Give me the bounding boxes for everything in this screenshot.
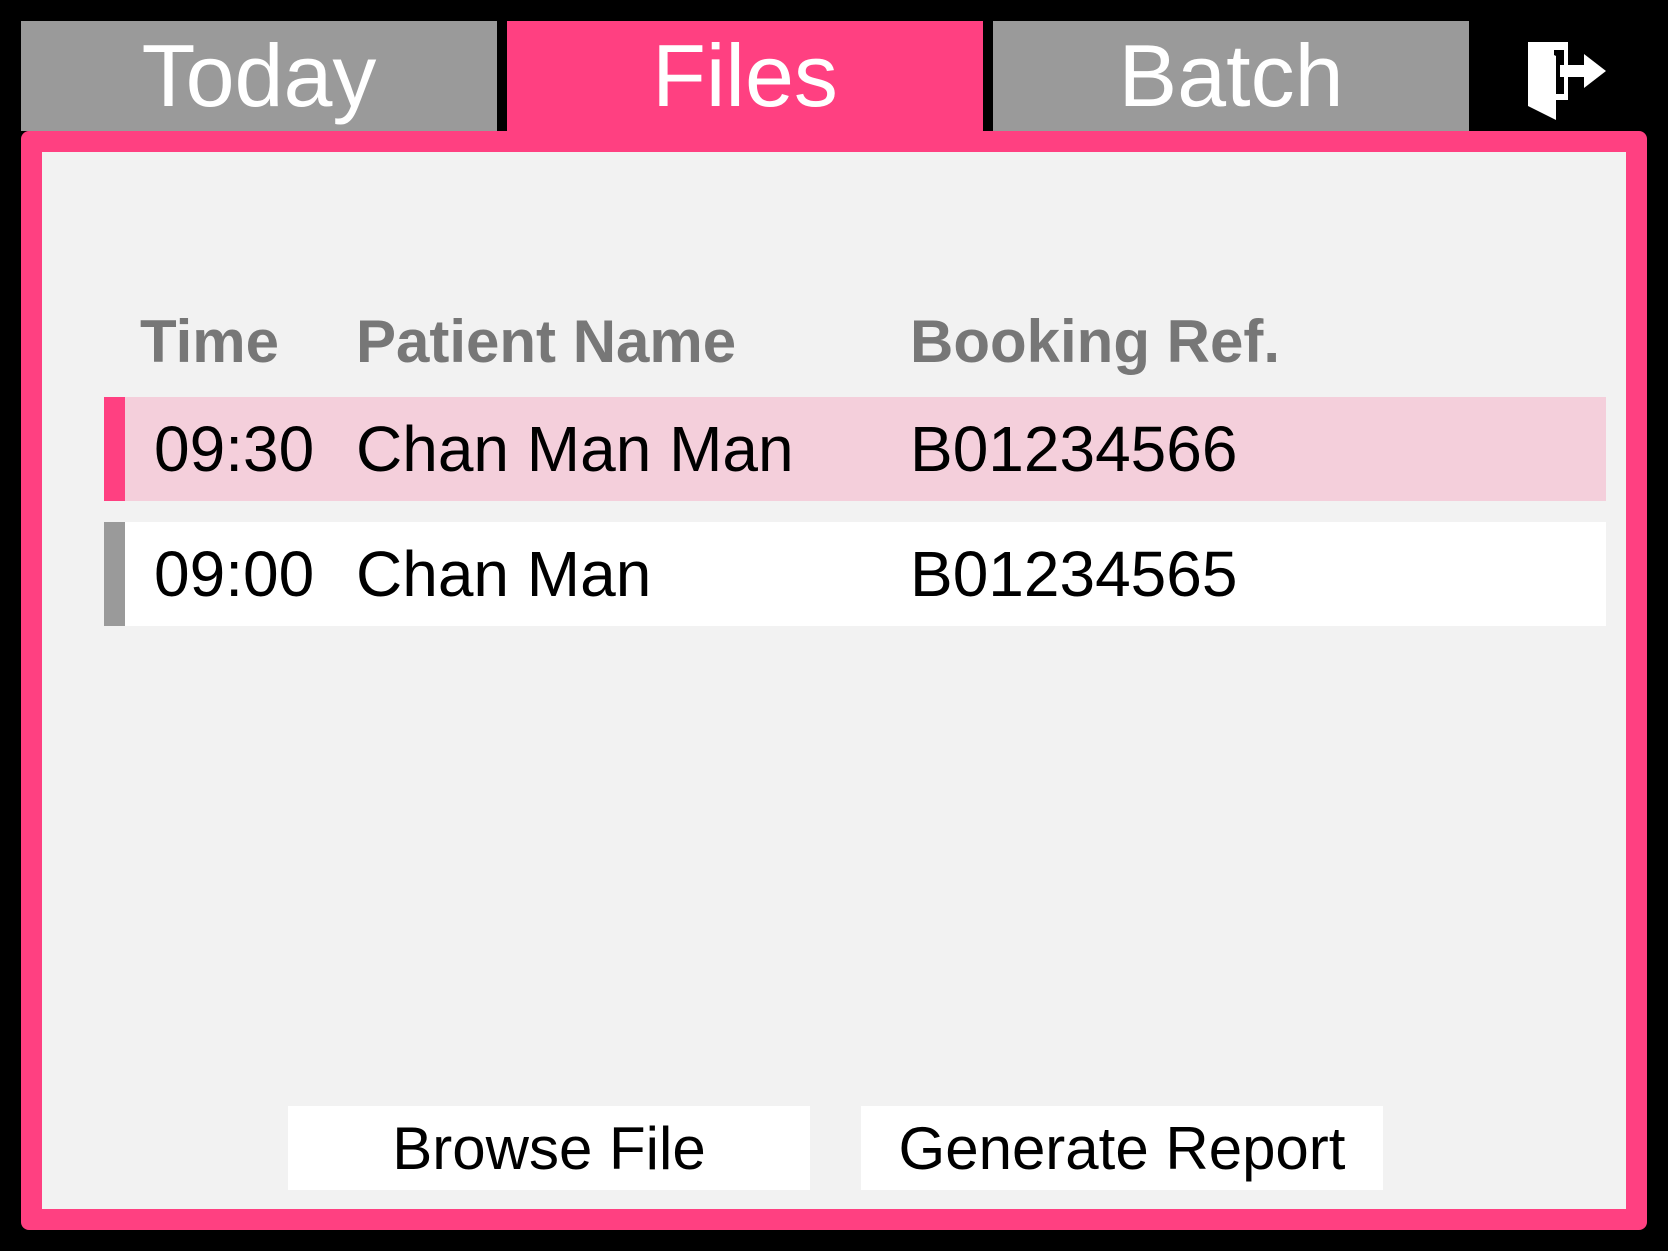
- tab-files-label: Files: [652, 26, 838, 125]
- row-patient-name: Chan Man: [356, 538, 652, 610]
- row-indicator: [104, 397, 125, 501]
- header-booking-ref: Booking Ref.: [910, 308, 1280, 375]
- tab-batch[interactable]: Batch: [993, 21, 1469, 131]
- row-booking-ref: B01234565: [910, 538, 1238, 610]
- header-patient-name: Patient Name: [356, 308, 737, 375]
- main-frame: Time Patient Name Booking Ref. 09:30 Cha…: [21, 131, 1647, 1230]
- row-patient-name: Chan Man Man: [356, 413, 794, 485]
- generate-report-button[interactable]: Generate Report: [861, 1106, 1383, 1190]
- exit-door-icon: [1528, 42, 1606, 120]
- table-header: Time Patient Name Booking Ref.: [42, 302, 1626, 382]
- row-time: 09:00: [154, 538, 315, 610]
- exit-button[interactable]: [1516, 28, 1616, 128]
- row-indicator: [104, 522, 125, 626]
- table-row[interactable]: 09:00 Chan Man B01234565: [104, 522, 1606, 626]
- tab-today[interactable]: Today: [21, 21, 497, 131]
- row-time: 09:30: [154, 413, 315, 485]
- header-time: Time: [140, 308, 279, 375]
- browse-file-button[interactable]: Browse File: [288, 1106, 810, 1190]
- tab-today-label: Today: [141, 26, 377, 125]
- tab-files[interactable]: Files: [507, 21, 983, 131]
- table-row[interactable]: 09:30 Chan Man Man B01234566: [104, 397, 1606, 501]
- generate-report-label: Generate Report: [898, 1114, 1346, 1182]
- row-booking-ref: B01234566: [910, 413, 1238, 485]
- browse-file-label: Browse File: [392, 1114, 706, 1182]
- tab-batch-label: Batch: [1118, 26, 1344, 125]
- files-panel: Time Patient Name Booking Ref. 09:30 Cha…: [42, 152, 1626, 1209]
